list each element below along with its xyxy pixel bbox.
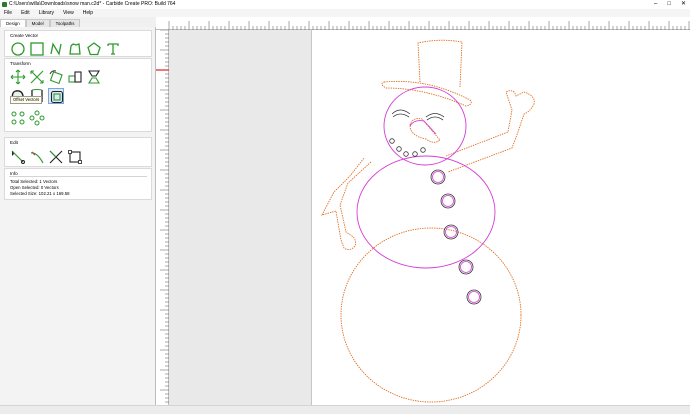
ruler-left bbox=[156, 29, 169, 405]
edit-section: Edit bbox=[4, 137, 152, 167]
app-icon bbox=[2, 2, 7, 7]
info-divider bbox=[9, 176, 147, 177]
edit-title: Edit bbox=[10, 140, 18, 145]
node-edit-icon[interactable] bbox=[10, 149, 26, 165]
status-bar bbox=[0, 405, 690, 414]
maximize-icon[interactable]: □ bbox=[667, 0, 671, 9]
transform-title: Transform bbox=[10, 61, 31, 66]
rotate-icon[interactable] bbox=[48, 69, 64, 85]
circle-icon[interactable] bbox=[10, 41, 26, 57]
open-selected: Open Selected: 0 Vectors bbox=[10, 185, 59, 190]
rectangle-icon[interactable] bbox=[29, 41, 45, 57]
transform-section: Transform Offset Vectors bbox=[4, 58, 152, 132]
box-select-icon[interactable] bbox=[67, 149, 83, 165]
minimize-icon[interactable]: – bbox=[654, 0, 657, 9]
menu-edit[interactable]: Edit bbox=[21, 9, 30, 17]
window-title: C:\Users\willa\Downloads\snow man.c2d* -… bbox=[9, 1, 176, 7]
circular-array-icon[interactable] bbox=[29, 110, 45, 126]
offset-tooltip: Offset Vectors bbox=[10, 96, 43, 104]
tab-design[interactable]: Design bbox=[0, 19, 26, 27]
ruler-top bbox=[156, 17, 690, 30]
offset-icon[interactable] bbox=[48, 88, 64, 104]
array-icon[interactable] bbox=[10, 110, 26, 126]
info-section: Info Total Selected: 1 Vectors Open Sele… bbox=[4, 168, 152, 200]
polygon-shape-icon[interactable] bbox=[67, 41, 83, 57]
close-icon[interactable]: ✕ bbox=[681, 0, 686, 9]
create-vector-section: Create Vector bbox=[4, 30, 152, 57]
pentagon-icon[interactable] bbox=[86, 41, 102, 57]
canvas-background[interactable] bbox=[169, 30, 311, 405]
smooth-icon[interactable] bbox=[29, 149, 45, 165]
selected-size: Selected Size: 102.21 x 169.58 bbox=[10, 191, 70, 196]
move-icon[interactable] bbox=[10, 69, 26, 85]
menu-file[interactable]: File bbox=[4, 9, 12, 17]
curve-icon[interactable] bbox=[48, 41, 64, 57]
menu-library[interactable]: Library bbox=[39, 9, 54, 17]
total-selected: Total Selected: 1 Vectors bbox=[10, 179, 58, 184]
scale-icon[interactable] bbox=[29, 69, 45, 85]
tab-toolpaths[interactable]: Toolpaths bbox=[49, 19, 81, 27]
text-icon[interactable] bbox=[105, 41, 121, 57]
title-bar: C:\Users\willa\Downloads\snow man.c2d* -… bbox=[0, 0, 690, 9]
create-vector-title: Create Vector bbox=[10, 33, 39, 38]
left-panel: Create Vector Transform Offset Vectors E… bbox=[0, 27, 156, 405]
stock-area[interactable] bbox=[311, 30, 690, 405]
menu-bar: File Edit Library View Help bbox=[0, 9, 690, 17]
align-icon[interactable] bbox=[67, 69, 83, 85]
menu-help[interactable]: Help bbox=[83, 9, 93, 17]
mirror-icon[interactable] bbox=[86, 69, 102, 85]
mode-tabs: Design Model Toolpaths bbox=[0, 19, 156, 27]
tab-model[interactable]: Model bbox=[25, 19, 50, 27]
menu-view[interactable]: View bbox=[63, 9, 74, 17]
trim-icon[interactable] bbox=[48, 149, 64, 165]
